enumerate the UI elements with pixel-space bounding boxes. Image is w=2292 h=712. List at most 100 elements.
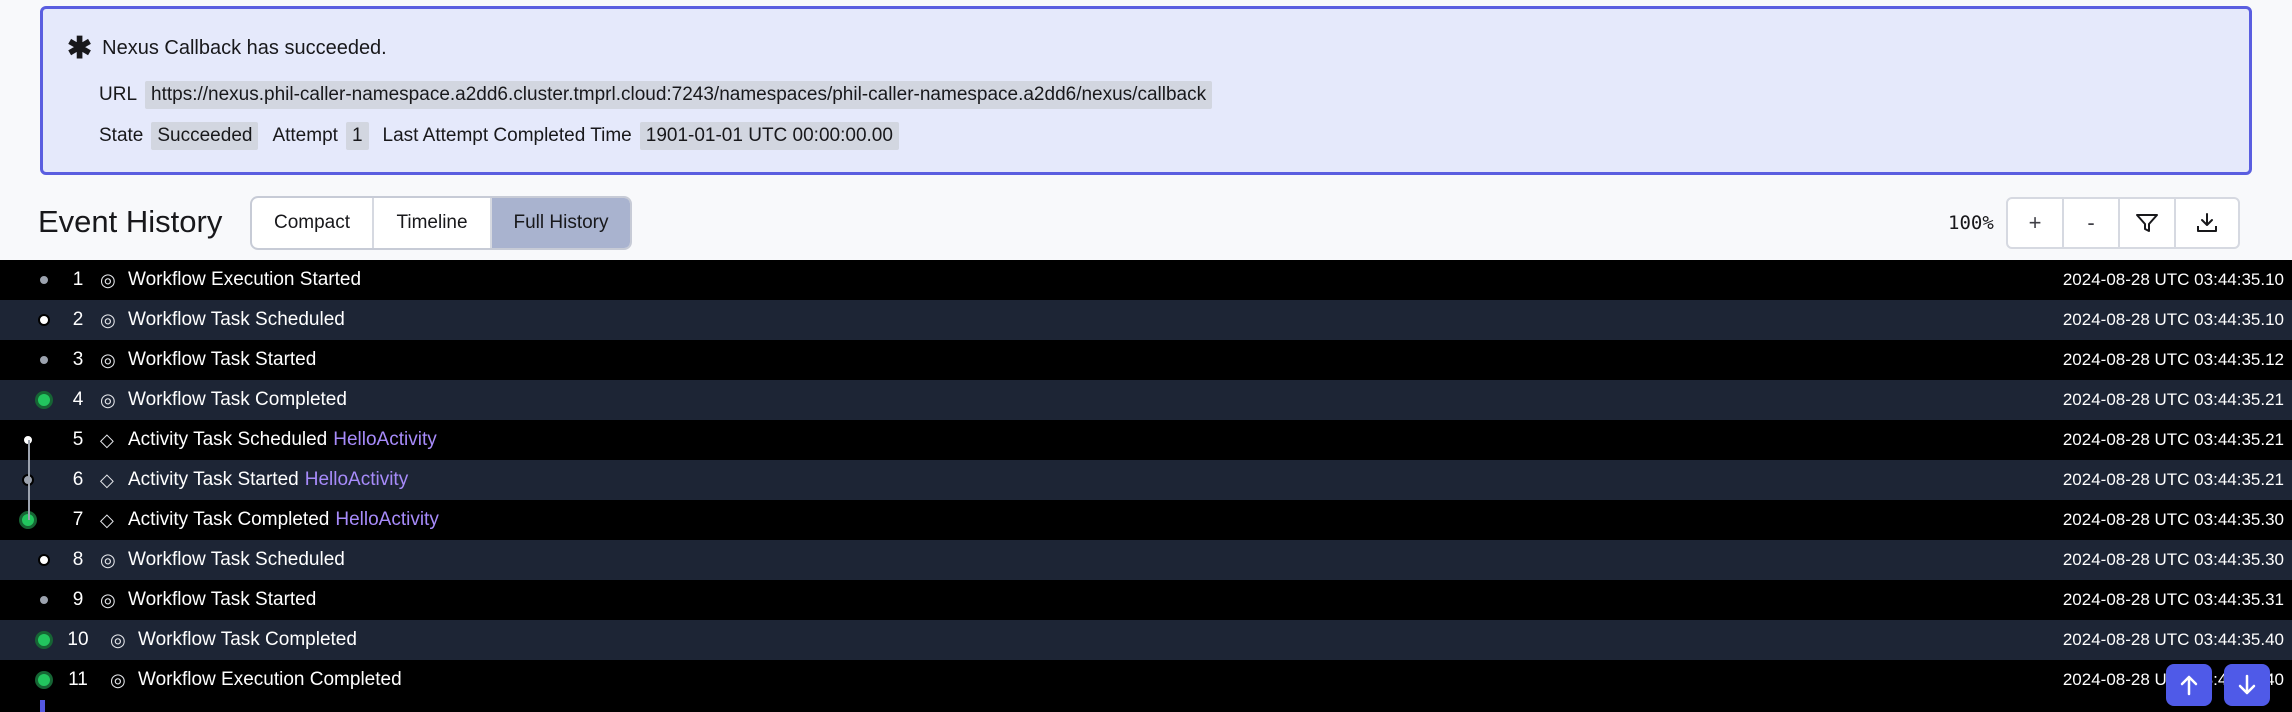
last-attempt-value: 1901-01-01 UTC 00:00:00.00 [639,122,899,150]
event-status-dot [38,354,50,366]
event-row[interactable]: 6 ◇ Activity Task Started HelloActivity 2024… [0,460,2292,500]
event-time: 2024-08-28 UTC 03:44:35.10 [2062,270,2284,289]
event-name: Workflow Task Started [128,589,316,611]
event-row[interactable]: 4 ◎ Workflow Task Completed 2024-08-28 UTC … [0,380,2292,420]
state-label: State [99,125,144,146]
full-history-view-button[interactable]: Full History [492,198,630,248]
filter-button[interactable] [2118,197,2176,249]
event-status-dot [38,594,50,606]
activity-type-link[interactable]: HelloActivity [333,429,436,450]
event-name: Workflow Task Completed [128,389,347,411]
diamond-icon: ◇ [100,469,114,490]
scroll-up-button[interactable] [2166,664,2212,706]
event-type: Activity Task Started [128,469,299,490]
event-row[interactable]: 11 ◎ Workflow Execution Completed 2024-08-2… [0,660,2292,700]
callback-url-row: URL https://nexus.phil-caller-namespace.… [99,81,1226,109]
zoom-in-button[interactable]: + [2006,197,2064,249]
event-status-dot [35,631,53,649]
event-row[interactable]: 2 ◎ Workflow Task Scheduled 2024-08-28 UTC … [0,300,2292,340]
callback-title: Nexus Callback has succeeded. [102,37,387,59]
event-time: 2024-08-28 UTC 03:44:35.31 [2062,590,2284,609]
attempt-label: Attempt [272,125,338,146]
event-row[interactable]: 10 ◎ Workflow Task Completed 2024-08-28 UTC… [0,620,2292,660]
event-id: 10 [67,629,89,650]
scroll-down-button[interactable] [2224,664,2270,706]
eye-icon: ◎ [100,589,116,610]
event-id: 11 [68,669,88,690]
url-label: URL [99,84,138,105]
event-id: 1 [72,269,84,290]
event-row[interactable]: 7 ◇ Activity Task Completed HelloActivity 20… [0,500,2292,540]
event-id: 6 [72,469,84,490]
filter-icon [2136,214,2158,232]
event-id: 7 [72,509,84,530]
view-toggle-group: Compact Timeline Full History [250,196,632,250]
arrow-down-icon [2238,674,2256,695]
event-name: Activity Task Completed HelloActivity [128,509,439,531]
callback-status: ✱ Nexus Callback has succeeded. [67,31,387,65]
event-id: 8 [72,549,84,570]
callback-state-row: State Succeeded Attempt 1 Last Attempt C… [99,122,913,150]
event-type: Activity Task Completed [128,509,330,530]
event-row[interactable]: 5 ◇ Activity Task Scheduled HelloActivity 20… [0,420,2292,460]
event-name: Activity Task Scheduled HelloActivity [128,429,437,451]
event-time: 2024-08-28 UTC 03:44:35.21 [2062,470,2284,489]
event-name: Workflow Task Started [128,349,316,371]
compact-view-button[interactable]: Compact [252,198,374,248]
event-type: Workflow Task Scheduled [128,309,345,330]
eye-icon: ◎ [100,269,116,290]
event-type: Activity Task Scheduled [128,429,328,450]
activity-branch-line [28,440,30,520]
event-time: 2024-08-28 UTC 03:44:35.21 [2062,390,2284,409]
event-status-dot [38,314,50,326]
event-type: Workflow Task Started [128,349,317,370]
event-name: Workflow Execution Started [128,269,361,291]
event-row[interactable]: 3 ◎ Workflow Task Started 2024-08-28 UTC 03… [0,340,2292,380]
eye-icon: ◎ [110,669,126,690]
event-time: 2024-08-28 UTC 03:44:35.10 [2062,310,2284,329]
event-id: 9 [72,589,84,610]
event-type: Workflow Task Completed [138,629,357,650]
activity-type-link[interactable]: HelloActivity [305,469,408,490]
event-type: Workflow Execution Completed [138,669,402,690]
event-name: Workflow Task Completed [138,629,357,651]
state-value: Succeeded [151,122,259,150]
eye-icon: ◎ [110,629,126,650]
event-row[interactable]: 9 ◎ Workflow Task Started 2024-08-28 UTC 03… [0,580,2292,620]
event-name: Activity Task Started HelloActivity [128,469,408,491]
event-type: Workflow Task Started [128,589,317,610]
event-status-dot [35,391,53,409]
zoom-out-button[interactable]: - [2062,197,2120,249]
eye-icon: ◎ [100,389,116,410]
diamond-icon: ◇ [100,509,114,530]
event-history-table: 1 ◎ Workflow Execution Started 2024-08-28 U… [0,260,2292,712]
event-row[interactable]: 1 ◎ Workflow Execution Started 2024-08-28 U… [0,260,2292,300]
event-id: 2 [72,309,84,330]
download-button[interactable] [2174,197,2240,249]
event-row[interactable]: 8 ◎ Workflow Task Scheduled 2024-08-28 UTC … [0,540,2292,580]
callback-url: https://nexus.phil-caller-namespace.a2dd… [145,81,1213,109]
event-time: 2024-08-28 UTC 03:44:35.21 [2062,430,2284,449]
eye-icon: ◎ [100,549,116,570]
zoom-level: 100% [1948,212,1994,234]
event-status-dot [35,671,53,689]
event-type: Workflow Task Scheduled [128,549,345,570]
event-name: Workflow Task Scheduled [128,309,345,331]
eye-icon: ◎ [100,309,116,330]
timeline-view-button[interactable]: Timeline [374,198,492,248]
arrow-up-icon [2180,675,2198,696]
event-type: Workflow Execution Started [128,269,362,290]
event-time: 2024-08-28 UTC 03:44:35.30 [2062,550,2284,569]
event-id: 4 [72,389,84,410]
event-id: 5 [72,429,84,450]
activity-type-link[interactable]: HelloActivity [335,509,438,530]
event-name: Workflow Task Scheduled [128,549,345,571]
attempt-value: 1 [345,122,369,150]
download-icon [2197,213,2217,232]
page-title: Event History [38,204,223,239]
event-type: Workflow Task Completed [128,389,347,410]
event-time: 2024-08-28 UTC 03:44:35.12 [2062,350,2284,369]
asterisk-icon: ✱ [67,31,93,65]
event-name: Workflow Execution Completed [138,669,402,691]
diamond-icon: ◇ [100,429,114,450]
